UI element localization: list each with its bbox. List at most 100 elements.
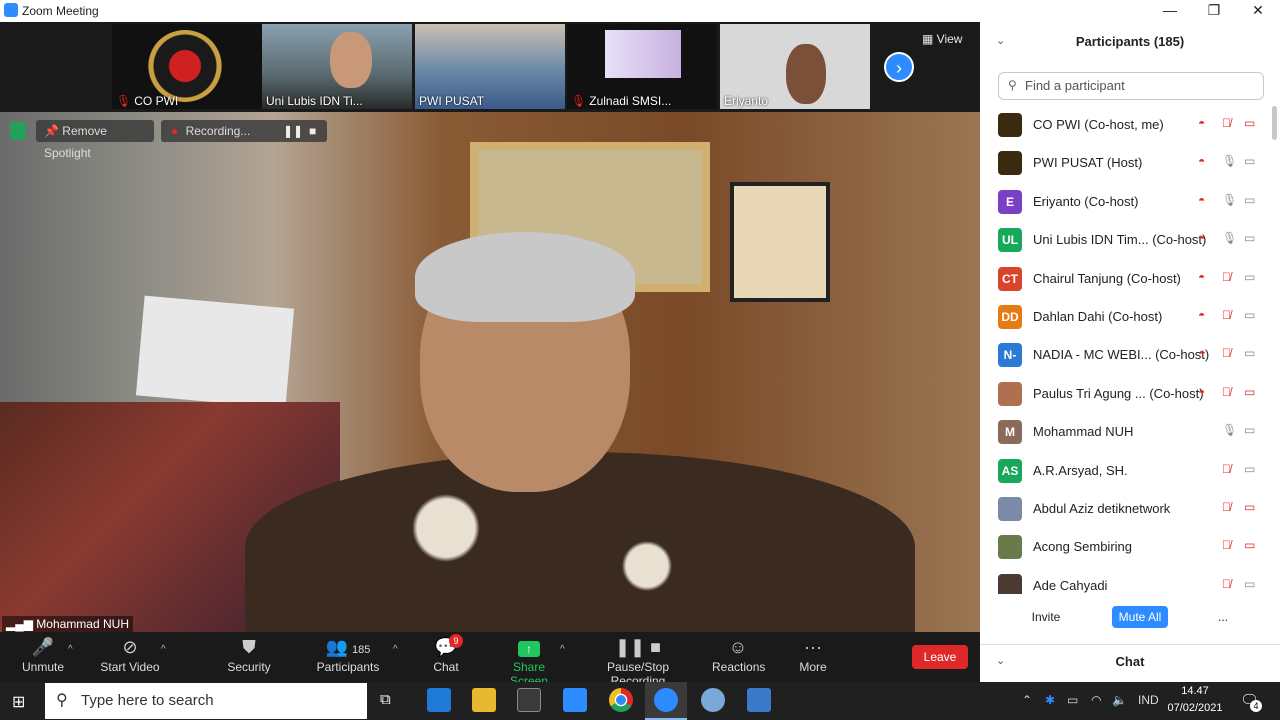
- video-icon[interactable]: ▭: [1244, 154, 1255, 168]
- maximize-button[interactable]: ❐: [1192, 0, 1236, 22]
- participant-row[interactable]: PWI PUSAT (Host) ◓ 🎙 ▭: [980, 144, 1270, 182]
- mic-muted-icon[interactable]: 🎙̸: [1222, 577, 1231, 591]
- avatar: CT: [998, 266, 1022, 291]
- zoom-taskbar-button[interactable]: [645, 682, 687, 720]
- participant-row[interactable]: CO PWI (Co-host, me) ◓ 🎙̸ ▭: [980, 106, 1270, 144]
- video-icon[interactable]: ▭: [1244, 577, 1255, 591]
- minimize-button[interactable]: —: [1148, 0, 1192, 22]
- pause-stop-recording-button[interactable]: ❚❚ ■ Pause/Stop Recording: [582, 632, 694, 688]
- pin-icon: 📌: [44, 124, 63, 138]
- participant-row[interactable]: Paulus Tri Agung ... (Co-host) ◓ 🎙̸ ▭: [980, 375, 1270, 413]
- store-icon[interactable]: [517, 688, 541, 712]
- next-page-button[interactable]: ›: [884, 52, 914, 82]
- participant-row[interactable]: DD Dahlan Dahi (Co-host) ◓ 🎙̸ ▭: [980, 298, 1270, 336]
- participants-options-caret-icon[interactable]: ^: [393, 644, 398, 655]
- video-thumbnail[interactable]: Uni Lubis IDN Ti...: [262, 24, 412, 109]
- battery-icon[interactable]: ▭: [1067, 693, 1078, 707]
- video-off-icon[interactable]: ▭: [1244, 385, 1255, 399]
- close-button[interactable]: ✕: [1236, 0, 1280, 22]
- volume-icon[interactable]: 🔈: [1112, 693, 1127, 707]
- video-icon[interactable]: ▭: [1244, 462, 1255, 476]
- edge-browser-icon[interactable]: [427, 688, 451, 712]
- more-button[interactable]: ··· More: [796, 632, 830, 682]
- task-view-icon[interactable]: ⧉: [380, 691, 391, 708]
- participant-name: PWI PUSAT (Host): [1033, 155, 1143, 171]
- participants-button[interactable]: 👥 185 Participants: [316, 632, 380, 682]
- mic-icon[interactable]: 🎙: [1222, 231, 1237, 245]
- participant-row[interactable]: AS A.R.Arsyad, SH. 🎙̸ ▭: [980, 452, 1270, 490]
- mic-muted-icon[interactable]: 🎙̸: [1222, 270, 1231, 284]
- shield-check-icon: [10, 122, 26, 140]
- wifi-icon[interactable]: ◠: [1091, 693, 1101, 707]
- clock-time[interactable]: 14.47: [1170, 685, 1220, 697]
- invite-button[interactable]: Invite: [1026, 606, 1066, 628]
- mute-all-button[interactable]: Mute All: [1112, 606, 1168, 628]
- participant-row[interactable]: Acong Sembiring 🎙̸ ▭: [980, 528, 1270, 566]
- security-button[interactable]: ⛊ Security: [224, 632, 274, 682]
- participant-search-input[interactable]: Find a participant: [998, 72, 1264, 100]
- participant-row[interactable]: Ade Cahyadi 🎙̸ ▭: [980, 567, 1270, 594]
- mic-muted-icon[interactable]: 🎙̸: [1222, 500, 1231, 514]
- mic-muted-icon[interactable]: 🎙̸: [1222, 116, 1231, 130]
- mic-muted-icon[interactable]: 🎙̸: [1222, 385, 1231, 399]
- mic-icon[interactable]: 🎙: [1222, 423, 1237, 437]
- clock-date[interactable]: 07/02/2021: [1164, 702, 1226, 714]
- mic-muted-icon: 🎤: [31, 637, 55, 657]
- more-options-button[interactable]: ...: [1212, 606, 1234, 628]
- share-options-caret-icon[interactable]: ^: [560, 644, 565, 655]
- mic-icon[interactable]: 🎙: [1222, 154, 1237, 168]
- search-icon: ⚲: [56, 692, 68, 709]
- video-icon[interactable]: ▭: [1244, 423, 1255, 437]
- participant-row[interactable]: CT Chairul Tanjung (Co-host) ◓ 🎙̸ ▭: [980, 260, 1270, 298]
- participant-row[interactable]: N- NADIA - MC WEBI... (Co-host) ◓ 🎙̸ ▭: [980, 336, 1270, 374]
- participant-row[interactable]: M Mohammad NUH 🎙 ▭: [980, 413, 1270, 451]
- participant-list-scrollbar[interactable]: [1272, 106, 1277, 140]
- mic-muted-icon[interactable]: 🎙̸: [1222, 538, 1231, 552]
- video-icon[interactable]: ▭: [1244, 346, 1255, 360]
- leave-button[interactable]: Leave: [912, 645, 968, 669]
- recording-indicator: ● Recording... ❚❚ ■: [161, 120, 327, 142]
- taskbar-search-input[interactable]: Type here to search: [45, 683, 367, 719]
- start-video-label: Start Video: [100, 660, 160, 674]
- video-options-caret-icon[interactable]: ^: [161, 644, 166, 655]
- video-off-icon[interactable]: ▭: [1244, 538, 1255, 552]
- video-off-icon[interactable]: ▭: [1244, 500, 1255, 514]
- participant-row[interactable]: UL Uni Lubis IDN Tim... (Co-host) ◓ 🎙 ▭: [980, 221, 1270, 259]
- app-icon[interactable]: [701, 688, 725, 712]
- video-thumbnail[interactable]: 🎙 CO PWI: [112, 24, 262, 109]
- tray-overflow-icon[interactable]: ⌃: [1022, 693, 1032, 707]
- start-video-button[interactable]: ⊘ Start Video: [100, 632, 160, 682]
- pause-icon[interactable]: ❚❚: [283, 120, 303, 142]
- video-thumbnail[interactable]: PWI PUSAT: [415, 24, 565, 109]
- video-off-icon[interactable]: ▭: [1244, 116, 1255, 130]
- bluetooth-icon[interactable]: ✱: [1045, 693, 1055, 707]
- video-icon[interactable]: ▭: [1244, 231, 1255, 245]
- file-explorer-icon[interactable]: [472, 688, 496, 712]
- mic-muted-icon[interactable]: 🎙̸: [1222, 346, 1231, 360]
- mic-muted-icon[interactable]: 🎙̸: [1222, 462, 1231, 476]
- unmute-button[interactable]: 🎤 Unmute: [18, 632, 68, 682]
- mail-icon[interactable]: [563, 688, 587, 712]
- video-thumbnail[interactable]: Eriyanto: [720, 24, 870, 109]
- participant-row[interactable]: Abdul Aziz detiknetwork 🎙̸ ▭: [980, 490, 1270, 528]
- avatar: [998, 573, 1022, 594]
- participant-row[interactable]: E Eriyanto (Co-host) ◓ 🎙 ▭: [980, 183, 1270, 221]
- video-thumbnail[interactable]: 🎙 Zulnadi SMSI...: [567, 24, 717, 109]
- chat-section-header[interactable]: Chat: [980, 654, 1280, 669]
- video-icon[interactable]: ▭: [1244, 308, 1255, 322]
- audio-options-caret-icon[interactable]: ^: [68, 644, 73, 655]
- mic-icon[interactable]: 🎙: [1222, 193, 1237, 207]
- remove-spotlight-button[interactable]: 📌 Remove Spotlight: [36, 120, 154, 160]
- language-indicator[interactable]: IND: [1138, 693, 1159, 707]
- share-screen-button[interactable]: ↑ Share Screen: [494, 632, 564, 688]
- windows-start-icon[interactable]: ⊞: [12, 692, 25, 712]
- search-icon: ⚲: [1008, 78, 1017, 92]
- stop-icon[interactable]: ■: [309, 120, 316, 142]
- reactions-button[interactable]: ☺ Reactions: [712, 632, 765, 682]
- photos-icon[interactable]: [747, 688, 771, 712]
- video-icon[interactable]: ▭: [1244, 270, 1255, 284]
- mic-muted-icon[interactable]: 🎙̸: [1222, 308, 1231, 322]
- video-icon[interactable]: ▭: [1244, 193, 1255, 207]
- chrome-icon[interactable]: [609, 688, 633, 712]
- view-button[interactable]: ▦ View: [922, 32, 962, 46]
